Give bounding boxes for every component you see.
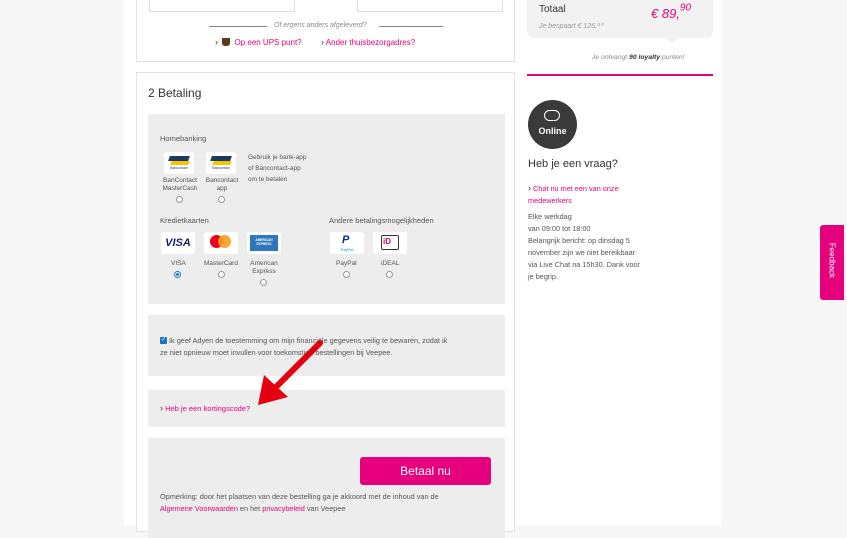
feedback-tab-label: Feedback [827, 242, 837, 279]
feedback-tab[interactable]: Feedback [820, 225, 844, 300]
other-methods-label: Andere betalingsmogelijkheden [329, 216, 434, 225]
ideal-logo-text: iD [383, 237, 391, 246]
summary-tab-notch [666, 38, 678, 44]
loyalty-prefix: Je ontvangt [592, 54, 628, 61]
paypal-logo-mark: P [342, 234, 350, 246]
visa-label: VISA [171, 260, 186, 267]
remark-line2: Algemene Voorwaarden en het privacybelei… [160, 504, 345, 513]
hours-line: via Live Chat na 15h30. Dank voor [528, 260, 640, 269]
chat-link-line1: Chat nu met een van onze [533, 184, 619, 193]
hours-line: van 09:00 tot 18:00 [528, 224, 591, 233]
bancontact-app-label: Bancontact app [205, 177, 239, 192]
pay-panel: Betaal nu Opmerking: door het plaatsen v… [148, 438, 505, 538]
divider-left [209, 26, 267, 27]
bancontact-app-logo-text: Bancontact [212, 166, 230, 170]
mastercard-logo[interactable] [204, 232, 238, 254]
divider-right [379, 26, 443, 27]
bancontact-radio[interactable] [176, 196, 183, 203]
amex-radio[interactable] [260, 279, 267, 286]
visa-radio[interactable] [174, 271, 181, 278]
homebanking-note: Gebruik je bank-app of Bancontact-app om… [248, 154, 307, 183]
ups-icon [222, 38, 231, 46]
paypal-logo-text: PayPal [340, 247, 354, 252]
chevron-right-icon: › [160, 403, 163, 413]
hours-line: november zijn we niet bereikbaar [528, 248, 636, 257]
hours-text: Elke werkdag van 09:00 tot 18:00 Belangr… [528, 211, 640, 283]
chat-link[interactable]: › Chat nu met een van onze medewerkers [528, 182, 619, 207]
paypal-logo[interactable]: P PayPal [330, 232, 364, 254]
hours-line: je begrip. [528, 272, 559, 281]
hours-line: Belangrijk bericht: op dinsdag 5 [528, 236, 630, 245]
visa-logo-text: VISA [165, 237, 191, 249]
bancontact-app-radio[interactable] [218, 196, 225, 203]
summary-divider [527, 74, 713, 76]
paypal-label: PayPal [336, 260, 357, 267]
other-address-label: Ander thuisbezorgadres? [325, 38, 416, 47]
total-summary-box: Totaal Je bespaart € 126,⁹⁰ € 89,90 [527, 0, 713, 38]
section-title: 2 Betaling [148, 86, 202, 100]
visa-logo[interactable]: VISA [161, 232, 195, 254]
remark-and: en het [239, 504, 261, 513]
question-title: Heb je een vraag? [528, 158, 618, 170]
mastercard-radio[interactable] [218, 271, 225, 278]
bancontact-logo-text: Bancontact [170, 166, 188, 170]
online-badge-label: Online [538, 126, 567, 136]
paypal-radio[interactable] [343, 271, 350, 278]
bancontact-label: BanContact MasterCash [162, 177, 198, 192]
bancontact-logo[interactable]: Bancontact [164, 152, 194, 174]
pay-button[interactable]: Betaal nu [360, 457, 491, 485]
homebanking-label: Homebanking [160, 134, 207, 143]
amex-logo-text: AMERICAN EXPRESS [255, 238, 273, 246]
chat-bubble-icon [544, 110, 560, 121]
alt-delivery-text: Of ergens anders afgeleverd? [274, 22, 367, 29]
privacy-link[interactable]: privacybeleid [262, 504, 305, 513]
annotation-arrow-icon [258, 340, 323, 405]
amex-label: American Express [250, 260, 278, 275]
mastercard-label: MasterCard [204, 260, 238, 267]
delivery-option-box[interactable] [357, 0, 503, 12]
amex-logo[interactable]: AMERICAN EXPRESS [247, 232, 281, 254]
total-price-main: € 89, [651, 6, 680, 21]
delivery-card: Of ergens anders afgeleverd? › Op een UP… [136, 0, 515, 62]
online-badge: Online [528, 100, 577, 149]
payment-card: 2 Betaling Homebanking Bancontact BanCon… [136, 72, 515, 538]
terms-link[interactable]: Algemene Voorwaarden [160, 504, 238, 513]
total-price: € 89,90 [651, 2, 691, 24]
remark-end: van Veepee [306, 504, 346, 513]
chevron-right-icon: › [215, 37, 218, 47]
creditcards-label: Kredietkaarten [160, 216, 209, 225]
saved-text: Je bespaart € 126,⁹⁰ [539, 23, 603, 30]
other-address-link[interactable]: › Ander thuisbezorgadres? [321, 37, 415, 47]
total-price-cents: 90 [679, 2, 692, 14]
chevron-right-icon: › [528, 183, 531, 193]
consent-checkbox[interactable]: ✓ [160, 337, 167, 344]
hours-line: Elke werkdag [528, 212, 572, 221]
remark-line1: Opmerking: door het plaatsen van deze be… [160, 492, 439, 501]
loyalty-points: 90 loyalty [629, 54, 661, 61]
payment-methods-panel: Homebanking Bancontact BanContact Master… [148, 114, 505, 304]
ideal-label: iDEAL [381, 260, 400, 267]
loyalty-text: Je ontvangt 90 loyalty punten! [592, 54, 685, 61]
discount-link-label: Heb je een kortingscode? [165, 404, 251, 413]
chevron-right-icon: › [321, 37, 324, 47]
ideal-radio[interactable] [386, 271, 393, 278]
loyalty-suffix: punten! [661, 54, 685, 61]
bancontact-app-logo[interactable]: Bancontact [206, 152, 236, 174]
chat-link-line2: medewerkers [528, 196, 572, 205]
ups-link-label: Op een UPS punt? [234, 38, 302, 47]
discount-link[interactable]: › Heb je een kortingscode? [160, 403, 250, 413]
ups-link[interactable]: › Op een UPS punt? [215, 37, 302, 47]
delivery-option-box[interactable] [149, 0, 295, 12]
total-label: Totaal [539, 4, 566, 15]
ideal-logo[interactable]: iD [373, 232, 407, 254]
